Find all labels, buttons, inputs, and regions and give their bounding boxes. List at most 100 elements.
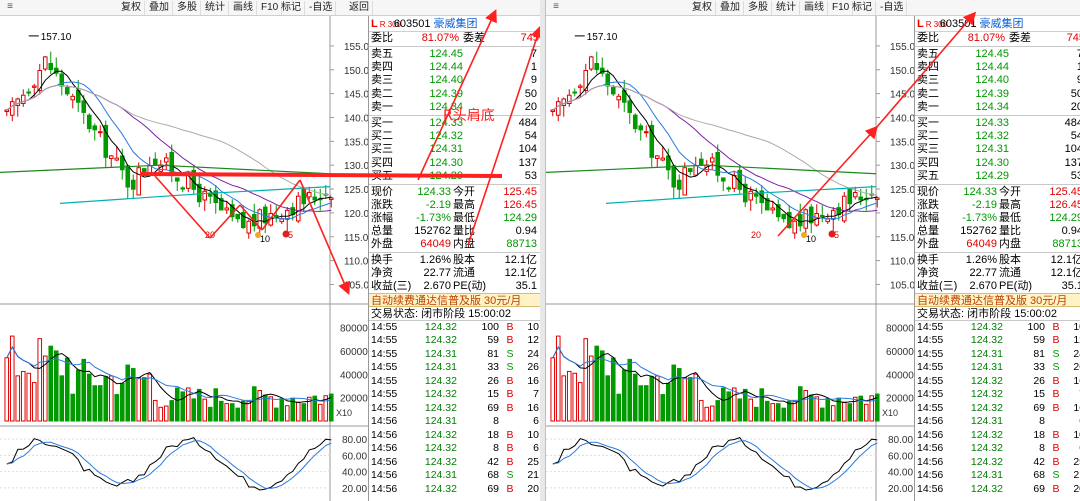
toolbar-fuquan[interactable]: 复权 xyxy=(689,1,716,15)
ask-price: 124.40 xyxy=(975,74,1009,87)
volume-bar xyxy=(4,357,10,422)
stat-key: 换手 xyxy=(917,253,939,266)
volume-bar xyxy=(665,382,671,422)
ask-row[interactable]: 卖二 124.39 50 xyxy=(369,88,540,101)
tick-direction: S xyxy=(1052,469,1060,482)
kline-chart-svg[interactable]: 155.0 150.0 145.0 140.0 135.0 130.0 125.0 120.0… xyxy=(546,16,914,501)
candle-down xyxy=(273,214,279,217)
tick-direction: B xyxy=(506,334,514,347)
volume-bar xyxy=(273,407,279,422)
toolbar-zixuan[interactable]: -自选 xyxy=(306,1,337,15)
stat-key: 最高 xyxy=(999,198,1021,211)
bid-row[interactable]: 买一 124.33 484 xyxy=(915,117,1080,130)
toolbar-biaoji[interactable]: 标记 xyxy=(278,1,305,15)
bid-row[interactable]: 买三 124.31 104 xyxy=(915,143,1080,156)
toolbar-fuquan[interactable]: 复权 xyxy=(118,1,145,15)
tick-list[interactable]: 14:55 124.32 100 B 10 14:55 124.32 59 B 12 14:55 12… xyxy=(915,321,1080,497)
menu-icon[interactable]: ≡ xyxy=(550,1,562,13)
bid-row[interactable]: 买三 124.31 104 xyxy=(369,143,540,156)
volume-bar xyxy=(841,401,847,422)
stat-key: 今开 xyxy=(453,185,475,198)
ask-row[interactable]: 卖二 124.39 50 xyxy=(915,88,1080,101)
tick-time: 14:56 xyxy=(371,455,398,468)
bid-list: 买一124.33484买二124.3254买三124.31104买四124.30… xyxy=(369,117,540,183)
candle-down xyxy=(48,62,54,71)
toolbar-diejia[interactable]: 叠加 xyxy=(146,1,173,15)
toolbar-tongji[interactable]: 统计 xyxy=(202,1,229,15)
candle-up xyxy=(616,95,622,101)
kline-chart-area[interactable]: 155.0 150.0 145.0 140.0 135.0 130.0 125.0 120.0… xyxy=(0,16,368,501)
promo-banner[interactable]: 自动续费通达信普及版 30元/月 xyxy=(915,292,1080,307)
toolbar-diejia[interactable]: 叠加 xyxy=(717,1,744,15)
bid-row[interactable]: 买二 124.32 54 xyxy=(915,130,1080,143)
candle-up xyxy=(42,56,48,70)
tick-direction: B xyxy=(506,320,514,333)
ask-row[interactable]: 卖三 124.40 9 xyxy=(915,74,1080,87)
stat-row: 收益(三)2.670PE(动)35.1 xyxy=(915,280,1080,293)
bid-price: 124.29 xyxy=(429,169,463,182)
ask-row[interactable]: 卖三 124.40 9 xyxy=(369,74,540,87)
weibi-label: 委比 xyxy=(371,32,393,44)
volume-bar xyxy=(284,405,290,422)
tick-volume: 42 xyxy=(487,455,499,468)
bid-volume: 53 xyxy=(524,169,537,182)
candle-up xyxy=(792,220,798,234)
bid-row[interactable]: 买二 124.32 54 xyxy=(369,130,540,143)
ask-volume: 7 xyxy=(530,48,537,60)
toolbar-zixuan[interactable]: -自选 xyxy=(877,1,908,15)
annotation-label: R头肩底 xyxy=(443,108,495,124)
toolbar-duogu[interactable]: 多股 xyxy=(174,1,201,15)
osc-axis-label: 40.00 xyxy=(888,468,913,479)
candle-up xyxy=(70,95,76,101)
stock-name[interactable]: 豪威集团 xyxy=(433,18,477,30)
price-axis-label: 150.0 xyxy=(890,66,914,77)
ask-row[interactable]: 卖四 124.44 1 xyxy=(915,61,1080,74)
toolbar-biaoji[interactable]: 标记 xyxy=(849,1,876,15)
promo-banner[interactable]: 自动续费通达信普及版 30元/月 xyxy=(369,292,540,307)
toolbar-tongji[interactable]: 统计 xyxy=(773,1,800,15)
candle-up xyxy=(852,192,858,198)
tick-list[interactable]: 14:55 124.32 100 B 10 14:55 124.32 59 B 12 14:55 12… xyxy=(369,321,540,497)
stat-value: 124.33 xyxy=(417,185,451,198)
tick-count: 6 xyxy=(1061,442,1080,456)
volume-bar xyxy=(108,375,114,422)
price-axis-label: 125.0 xyxy=(344,185,368,196)
toolbar-huaxian[interactable]: 画线 xyxy=(801,1,828,15)
stats-list: 现价 124.33 今开 125.45 涨跌 -2.19 最高 126.45 涨幅 -1.73% 最… xyxy=(369,186,540,293)
toolbar-huaxian[interactable]: 画线 xyxy=(230,1,257,15)
candle-up xyxy=(660,157,666,161)
stat-row: 换手 1.26% 股本 12.1亿 xyxy=(915,254,1080,267)
ask-row[interactable]: 卖五 124.45 7 xyxy=(915,48,1080,61)
bid-row[interactable]: 买四 124.30 137 xyxy=(369,157,540,170)
volume-bar xyxy=(31,382,37,422)
volume-bar xyxy=(566,370,572,422)
stock-title: LR 300603501 豪威集团 xyxy=(369,16,540,32)
bid-row[interactable]: 买五 124.29 53 xyxy=(915,170,1080,183)
candle-down xyxy=(235,213,241,220)
stat-row: 涨幅 -1.73% 最低 124.29 xyxy=(369,212,540,225)
tick-time: 14:55 xyxy=(917,401,944,414)
bid-row[interactable]: 买四 124.30 137 xyxy=(915,157,1080,170)
tick-time: 14:56 xyxy=(917,428,944,441)
stats-list: 现价 124.33 今开 125.45 涨跌 -2.19 最高 126.45 涨幅 -1.73% 最… xyxy=(915,186,1080,293)
ask-row[interactable]: 卖一 124.34 20 xyxy=(915,101,1080,114)
toolbar-duogu[interactable]: 多股 xyxy=(745,1,772,15)
bid-row[interactable]: 买五 124.29 53 xyxy=(369,170,540,183)
tick-price: 124.32 xyxy=(424,455,457,468)
volume-bar xyxy=(808,394,814,422)
stat-value: 64049 xyxy=(966,237,997,250)
volume-axis-label: 40000 xyxy=(886,370,914,381)
ma-marker-label: 10 xyxy=(806,234,816,244)
kline-chart-area[interactable]: 155.0 150.0 145.0 140.0 135.0 130.0 125.0 120.0… xyxy=(546,16,914,501)
trade-status: 交易状态: 闭市阶段 15:00:02 xyxy=(915,307,1080,321)
ask-row[interactable]: 卖四 124.44 1 xyxy=(369,61,540,74)
menu-icon[interactable]: ≡ xyxy=(4,1,16,13)
ask-row[interactable]: 卖五 124.45 7 xyxy=(369,48,540,61)
kline-chart-svg[interactable]: 155.0 150.0 145.0 140.0 135.0 130.0 125.0 120.0… xyxy=(0,16,368,501)
ask-label: 卖三 xyxy=(917,74,939,87)
stat-key: 内盘 xyxy=(453,237,475,250)
stock-name[interactable]: 豪威集团 xyxy=(979,18,1023,30)
oscillator-line xyxy=(552,440,878,489)
price-axis-label: 110.0 xyxy=(890,257,914,268)
toolbar-fanhui[interactable]: 返回 xyxy=(346,1,373,15)
